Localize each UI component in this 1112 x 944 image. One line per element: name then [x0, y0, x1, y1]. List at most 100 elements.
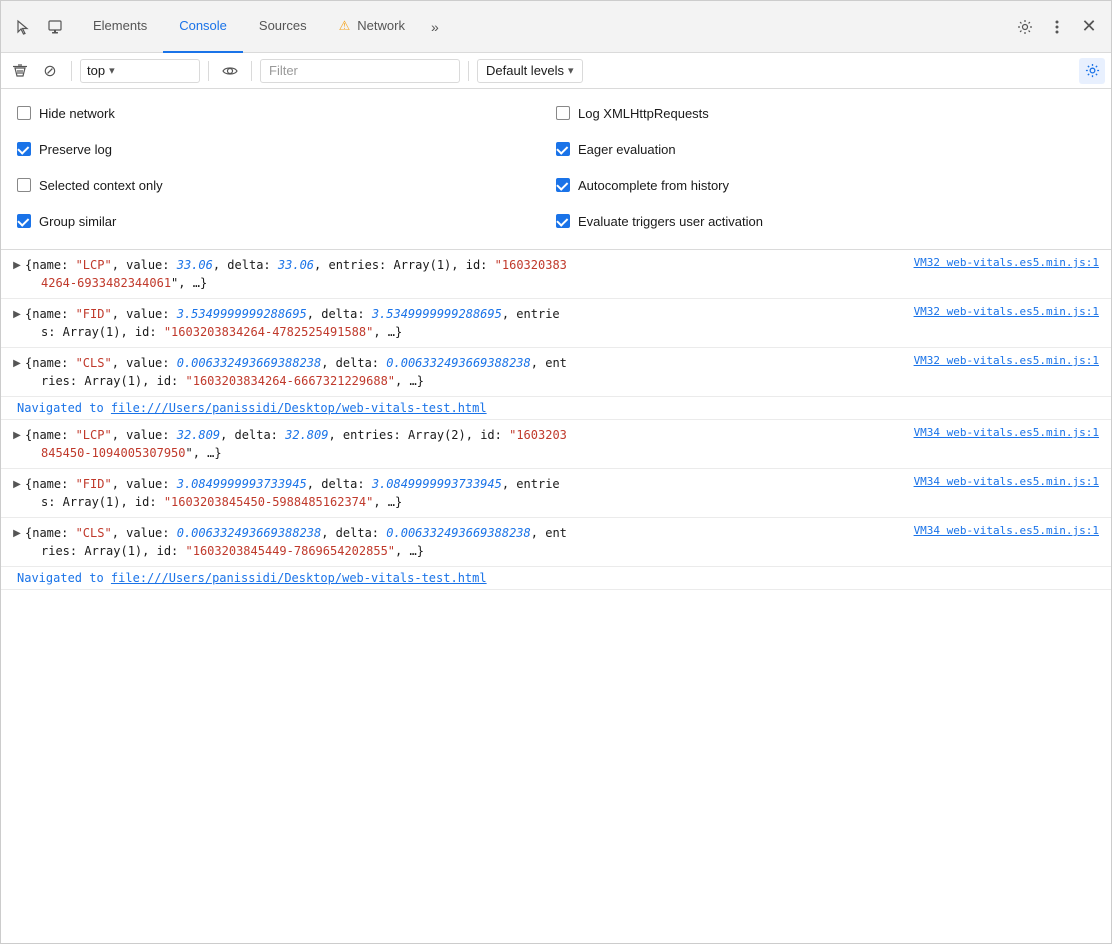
fid2-toggle[interactable]: ▶	[9, 475, 25, 493]
cls2-toggle[interactable]: ▶	[9, 524, 25, 542]
selected-ctx-label: Selected context only	[39, 178, 163, 193]
setting-group-similar: Group similar	[17, 207, 556, 235]
more-options-btn[interactable]	[1043, 13, 1071, 41]
context-select[interactable]: top ▾	[80, 59, 200, 83]
tab-sources[interactable]: Sources	[243, 1, 323, 53]
console-toolbar: ⊘ top ▾ Default levels ▾	[1, 53, 1111, 89]
cls1-toggle[interactable]: ▶	[9, 354, 25, 372]
context-arrow: ▾	[109, 64, 115, 77]
cls2-text: {name: "CLS", value: 0.00633249366938823…	[25, 526, 567, 540]
fid1-source[interactable]: VM32 web-vitals.es5.min.js:1	[914, 303, 1111, 318]
fid1-left: ▶ {name: "FID", value: 3.534999999928869…	[1, 303, 914, 343]
eval-triggers-checkbox[interactable]: Evaluate triggers user activation	[556, 214, 763, 229]
cls2-content: {name: "CLS", value: 0.00633249366938823…	[25, 522, 914, 562]
tab-console-label: Console	[179, 18, 227, 33]
tab-console[interactable]: Console	[163, 1, 243, 53]
warning-icon: ⚠	[339, 18, 351, 34]
selected-ctx-checkbox[interactable]: Selected context only	[17, 178, 163, 193]
eager-eval-checkbox[interactable]: Eager evaluation	[556, 142, 676, 157]
selected-ctx-checkbox-box[interactable]	[17, 178, 31, 192]
context-value: top	[87, 63, 105, 78]
cls1-text2: ries: Array(1), id: "1603203834264-66673…	[41, 374, 424, 388]
tab-more[interactable]: »	[421, 1, 449, 53]
console-entry-lcp1: ▶ {name: "LCP", value: 33.06, delta: 33.…	[1, 250, 1111, 299]
cursor-icon-btn[interactable]	[9, 13, 37, 41]
cls1-content: {name: "CLS", value: 0.00633249366938823…	[25, 352, 914, 392]
log-xhr-checkbox-box[interactable]	[556, 106, 570, 120]
fid2-source[interactable]: VM34 web-vitals.es5.min.js:1	[914, 473, 1111, 488]
fid2-text: {name: "FID", value: 3.0849999993733945,…	[25, 477, 560, 491]
autocomplete-checkbox[interactable]: Autocomplete from history	[556, 178, 729, 193]
nav2-link[interactable]: file:///Users/panissidi/Desktop/web-vita…	[111, 571, 487, 585]
nav1-link[interactable]: file:///Users/panissidi/Desktop/web-vita…	[111, 401, 487, 415]
eager-eval-checkbox-box[interactable]	[556, 142, 570, 156]
navigate-entry-2: Navigated to file:///Users/panissidi/Des…	[1, 567, 1111, 590]
setting-autocomplete: Autocomplete from history	[556, 171, 1095, 199]
lcp1-text2: 4264-6933482344061", …}	[41, 276, 207, 290]
hide-network-checkbox[interactable]: Hide network	[17, 106, 115, 121]
eval-triggers-checkbox-box[interactable]	[556, 214, 570, 228]
lcp2-source[interactable]: VM34 web-vitals.es5.min.js:1	[914, 424, 1111, 439]
settings-panel: Hide network Log XMLHttpRequests Preserv…	[1, 89, 1111, 250]
tab-elements[interactable]: Elements	[77, 1, 163, 53]
preserve-log-checkbox-box[interactable]	[17, 142, 31, 156]
log-xhr-checkbox[interactable]: Log XMLHttpRequests	[556, 106, 709, 121]
inspect-icon-btn[interactable]	[41, 13, 69, 41]
cls1-row: ▶ {name: "CLS", value: 0.006332493669388…	[1, 352, 1111, 392]
console-entry-fid2: ▶ {name: "FID", value: 3.084999999373394…	[1, 469, 1111, 518]
fid1-text2: s: Array(1), id: "1603203834264-47825254…	[41, 325, 402, 339]
setting-log-xhr: Log XMLHttpRequests	[556, 99, 1095, 127]
fid2-row: ▶ {name: "FID", value: 3.084999999373394…	[1, 473, 1111, 513]
tab-bar-right: ✕	[1011, 13, 1103, 41]
lcp2-toggle[interactable]: ▶	[9, 426, 25, 444]
tab-network[interactable]: ⚠ Network	[323, 1, 421, 53]
autocomplete-checkbox-box[interactable]	[556, 178, 570, 192]
filter-input[interactable]	[260, 59, 460, 83]
levels-label: Default levels	[486, 63, 564, 78]
nav1-text: Navigated to file:///Users/panissidi/Des…	[17, 401, 487, 415]
tab-bar: Elements Console Sources ⚠ Network » ✕	[1, 1, 1111, 53]
tab-bar-icons	[9, 13, 69, 41]
console-entry-lcp2: ▶ {name: "LCP", value: 32.809, delta: 32…	[1, 420, 1111, 469]
clear-console-btn[interactable]	[7, 58, 33, 84]
fid1-content: {name: "FID", value: 3.5349999999288695,…	[25, 303, 914, 343]
fid2-left: ▶ {name: "FID", value: 3.084999999373394…	[1, 473, 914, 513]
lcp2-text2: 845450-1094005307950", …}	[41, 446, 222, 460]
eager-eval-label: Eager evaluation	[578, 142, 676, 157]
block-icon-btn[interactable]: ⊘	[37, 58, 63, 84]
console-entry-cls1: ▶ {name: "CLS", value: 0.006332493669388…	[1, 348, 1111, 397]
live-expressions-btn[interactable]	[217, 58, 243, 84]
fid1-text: {name: "FID", value: 3.5349999999288695,…	[25, 307, 560, 321]
lcp2-left: ▶ {name: "LCP", value: 32.809, delta: 32…	[1, 424, 914, 464]
lcp2-row: ▶ {name: "LCP", value: 32.809, delta: 32…	[1, 424, 1111, 464]
fid1-toggle[interactable]: ▶	[9, 305, 25, 323]
lcp1-source[interactable]: VM32 web-vitals.es5.min.js:1	[914, 254, 1111, 269]
divider-2	[208, 61, 209, 81]
lcp1-left: ▶ {name: "LCP", value: 33.06, delta: 33.…	[1, 254, 914, 294]
autocomplete-label: Autocomplete from history	[578, 178, 729, 193]
cls2-text2: ries: Array(1), id: "1603203845449-78696…	[41, 544, 424, 558]
cls1-left: ▶ {name: "CLS", value: 0.006332493669388…	[1, 352, 914, 392]
fid2-content: {name: "FID", value: 3.0849999993733945,…	[25, 473, 914, 513]
group-similar-checkbox[interactable]: Group similar	[17, 214, 116, 229]
preserve-log-label: Preserve log	[39, 142, 112, 157]
navigate-entry-1: Navigated to file:///Users/panissidi/Des…	[1, 397, 1111, 420]
close-icon-btn[interactable]: ✕	[1075, 13, 1103, 41]
eval-triggers-label: Evaluate triggers user activation	[578, 214, 763, 229]
hide-network-checkbox-box[interactable]	[17, 106, 31, 120]
default-levels-btn[interactable]: Default levels ▾	[477, 59, 583, 83]
cls1-text: {name: "CLS", value: 0.00633249366938823…	[25, 356, 567, 370]
lcp1-toggle[interactable]: ▶	[9, 256, 25, 274]
gear-icon-btn[interactable]	[1011, 13, 1039, 41]
fid2-text2: s: Array(1), id: "1603203845450-59884851…	[41, 495, 402, 509]
settings-gear-btn[interactable]	[1079, 58, 1105, 84]
fid1-row: ▶ {name: "FID", value: 3.534999999928869…	[1, 303, 1111, 343]
cls1-source[interactable]: VM32 web-vitals.es5.min.js:1	[914, 352, 1111, 367]
preserve-log-checkbox[interactable]: Preserve log	[17, 142, 112, 157]
cls2-source[interactable]: VM34 web-vitals.es5.min.js:1	[914, 522, 1111, 537]
console-entry-fid1: ▶ {name: "FID", value: 3.534999999928869…	[1, 299, 1111, 348]
group-similar-label: Group similar	[39, 214, 116, 229]
divider-4	[468, 61, 469, 81]
group-similar-checkbox-box[interactable]	[17, 214, 31, 228]
lcp2-text: {name: "LCP", value: 32.809, delta: 32.8…	[25, 428, 567, 442]
